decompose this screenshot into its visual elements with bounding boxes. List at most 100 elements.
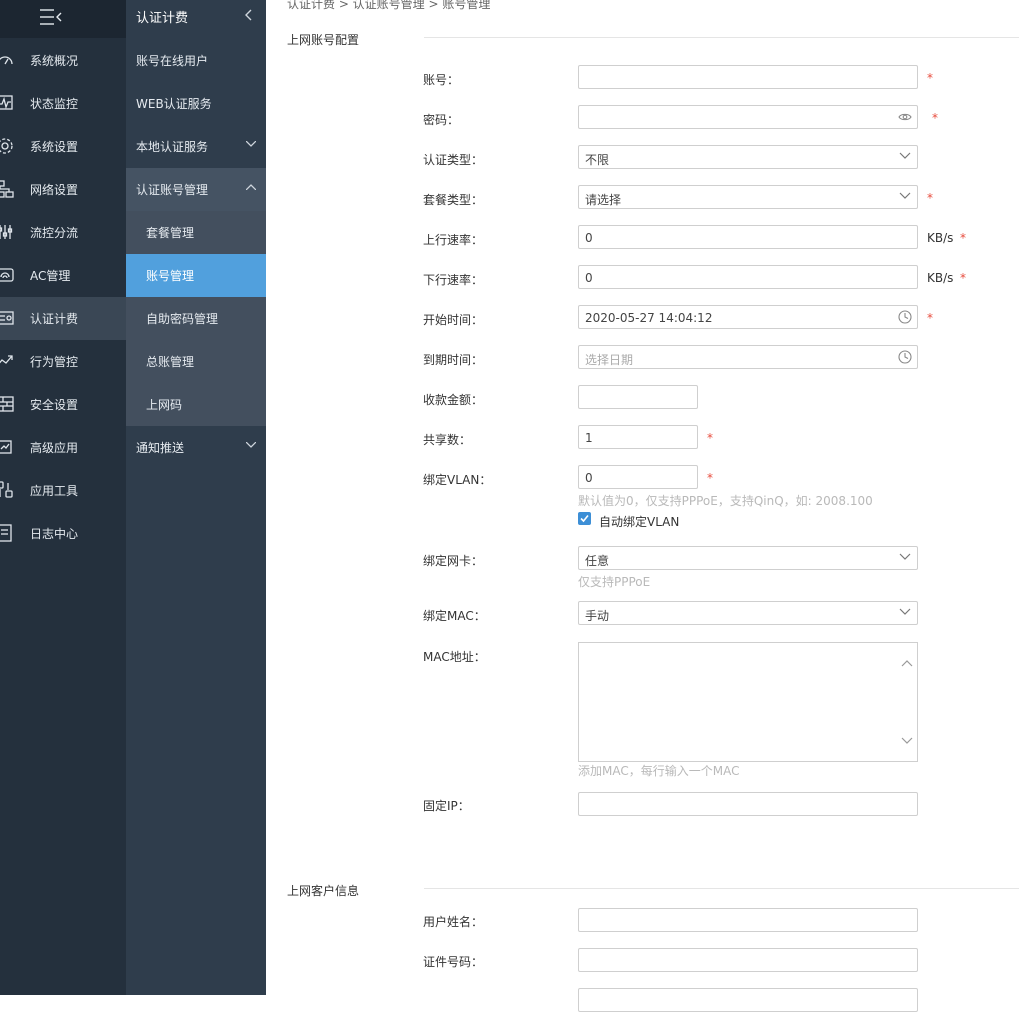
nav-item-label: 行为管控 — [30, 355, 79, 369]
submenu-item-label: 账号在线用户 — [136, 54, 209, 68]
chevron-down-icon — [246, 141, 256, 147]
checkmark-icon — [580, 514, 589, 523]
nav-item-label: 系统设置 — [30, 140, 79, 154]
next-field-input[interactable] — [578, 988, 918, 1012]
submenu-item-access-code[interactable]: 上网码 — [126, 383, 266, 426]
submenu-item-label: 认证账号管理 — [136, 183, 209, 197]
nic-select[interactable]: 任意 — [578, 546, 918, 570]
auth-type-value: 不限 — [585, 153, 610, 167]
section-divider — [424, 888, 1019, 889]
eye-icon[interactable] — [898, 110, 912, 124]
sliders-icon — [0, 225, 13, 239]
start-time-value: 2020-05-27 14:04:12 — [585, 311, 713, 325]
chevron-down-icon — [246, 442, 256, 448]
password-input[interactable] — [578, 105, 918, 129]
submenu-item-online-users[interactable]: 账号在线用户 — [126, 39, 266, 82]
chevron-up-icon — [246, 184, 256, 190]
share-count-input[interactable]: 1 — [578, 425, 698, 449]
nav-item-security-settings[interactable]: 安全设置 — [0, 383, 126, 426]
package-type-label: 套餐类型： — [423, 193, 484, 207]
clock-icon — [898, 310, 912, 324]
nav-item-auth-billing[interactable]: 认证计费 — [0, 297, 126, 340]
up-rate-input[interactable]: 0 — [578, 225, 918, 249]
nav-item-system-overview[interactable]: 系统概况 — [0, 39, 126, 82]
user-name-input[interactable] — [578, 908, 918, 932]
nav-item-label: 状态监控 — [30, 97, 79, 111]
fixed-ip-input[interactable] — [578, 792, 918, 816]
submenu-item-account-mgmt-group[interactable]: 认证账号管理 — [126, 168, 266, 211]
submenu-item-label: 总账管理 — [146, 355, 195, 369]
mac-address-textarea[interactable] — [578, 642, 918, 762]
share-count-value: 1 — [585, 431, 593, 445]
auto-vlan-checkbox[interactable] — [578, 512, 591, 525]
nav-item-app-tools[interactable]: 应用工具 — [0, 469, 126, 512]
start-time-label: 开始时间： — [423, 313, 484, 327]
amount-label: 收款金额： — [423, 393, 484, 407]
nav-item-system-settings[interactable]: 系统设置 — [0, 125, 126, 168]
auth-type-label: 认证类型： — [423, 153, 484, 167]
vlan-input[interactable]: 0 — [578, 465, 698, 489]
nav-item-network-settings[interactable]: 网络设置 — [0, 168, 126, 211]
package-type-select[interactable]: 请选择 — [578, 185, 918, 209]
auth-type-select[interactable]: 不限 — [578, 145, 918, 169]
down-rate-input[interactable]: 0 — [578, 265, 918, 289]
tools-icon — [0, 481, 13, 498]
submenu-item-package-mgmt[interactable]: 套餐管理 — [126, 211, 266, 254]
submenu-item-web-auth[interactable]: WEB认证服务 — [126, 82, 266, 125]
nav-item-label: AC管理 — [30, 269, 71, 283]
vlan-label: 绑定VLAN： — [423, 473, 492, 487]
mac-bind-select[interactable]: 手动 — [578, 601, 918, 625]
required-mark: * — [927, 71, 933, 85]
menu-collapse-icon[interactable] — [40, 8, 64, 26]
id-number-input[interactable] — [578, 948, 918, 972]
vlan-hint: 默认值为0，仅支持PPPoE，支持QinQ，如: 2008.100 — [578, 494, 873, 508]
auto-vlan-label: 自动绑定VLAN — [599, 515, 680, 529]
expire-time-picker[interactable]: 选择日期 — [578, 345, 918, 369]
nav-item-label: 日志中心 — [30, 527, 79, 541]
scroll-up-icon[interactable] — [901, 659, 913, 667]
submenu-item-ledger[interactable]: 总账管理 — [126, 340, 266, 383]
nav-item-label: 高级应用 — [30, 441, 79, 455]
nav-item-label: 系统概况 — [30, 54, 79, 68]
submenu-item-local-auth[interactable]: 本地认证服务 — [126, 125, 266, 168]
mac-address-label: MAC地址： — [423, 650, 486, 664]
down-rate-label: 下行速率： — [423, 273, 484, 287]
advanced-icon — [0, 440, 12, 454]
network-icon — [0, 180, 14, 198]
down-rate-unit: KB/s — [927, 271, 954, 285]
section-divider — [424, 37, 1019, 38]
behavior-icon — [0, 355, 13, 364]
chevron-down-icon — [899, 152, 911, 159]
scroll-down-icon[interactable] — [901, 737, 913, 745]
up-rate-value: 0 — [585, 231, 593, 245]
nav-item-advanced-apps[interactable]: 高级应用 — [0, 426, 126, 469]
wifi-icon — [0, 268, 14, 282]
mac-bind-label: 绑定MAC： — [423, 609, 486, 623]
up-rate-label: 上行速率： — [423, 233, 484, 247]
start-time-picker[interactable]: 2020-05-27 14:04:12 — [578, 305, 918, 329]
vlan-value: 0 — [585, 471, 593, 485]
submenu-item-label: 通知推送 — [136, 441, 185, 455]
account-input[interactable] — [578, 65, 918, 89]
submenu-title-text: 认证计费 — [136, 11, 189, 26]
required-mark: * — [707, 471, 713, 485]
submenu-item-label: 上网码 — [146, 398, 183, 412]
submenu-item-self-password[interactable]: 自助密码管理 — [126, 297, 266, 340]
sidebar-header — [0, 0, 126, 38]
amount-input[interactable] — [578, 385, 698, 409]
nav-item-behavior-control[interactable]: 行为管控 — [0, 340, 126, 383]
nav-item-log-center[interactable]: 日志中心 — [0, 512, 126, 555]
nav-item-label: 流控分流 — [30, 226, 79, 240]
required-mark: * — [960, 271, 966, 285]
firewall-icon — [0, 396, 14, 412]
submenu-item-account-mgmt[interactable]: 账号管理 — [126, 254, 266, 297]
submenu-item-label: 账号管理 — [146, 269, 195, 283]
share-count-label: 共享数： — [423, 433, 472, 447]
submenu-item-notification[interactable]: 通知推送 — [126, 426, 266, 469]
nav-item-ac-management[interactable]: AC管理 — [0, 254, 126, 297]
nav-item-status-monitor[interactable]: 状态监控 — [0, 82, 126, 125]
chevron-left-icon[interactable] — [244, 9, 252, 21]
nic-value: 任意 — [585, 554, 610, 568]
section-title-account-config: 上网账号配置 — [287, 33, 360, 47]
nav-item-flow-control[interactable]: 流控分流 — [0, 211, 126, 254]
